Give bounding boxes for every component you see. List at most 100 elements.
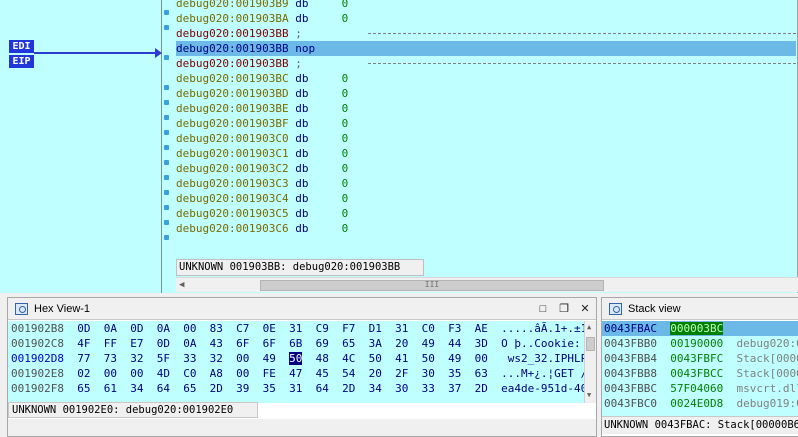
- code-address[interactable]: debug020:001903BB: [176, 57, 289, 70]
- code-address[interactable]: debug020:001903BB: [176, 42, 289, 55]
- hex-ascii[interactable]: .....âÃ.1+.±1+=«: [501, 322, 586, 335]
- code-line[interactable]: debug020:001903C1 db 0: [176, 146, 796, 161]
- hex-bytes[interactable]: 6B 69 65 3A 20 49 44 3D: [289, 337, 488, 350]
- hex-row[interactable]: 001902B8 0D 0A 0D 0A 00 83 C7 0E 31 C9 F…: [8, 321, 586, 336]
- code-address[interactable]: debug020:001903BE: [176, 102, 289, 115]
- code-address[interactable]: debug020:001903C5: [176, 207, 289, 220]
- stack-address[interactable]: 0043FBAC: [604, 322, 657, 335]
- hex-address[interactable]: 001902B8: [11, 322, 64, 335]
- stack-view-pane[interactable]: Stack view 0043FBAC 000003BC 0043FBB0 001…: [601, 297, 798, 437]
- code-line[interactable]: debug020:001903C2 db 0: [176, 161, 796, 176]
- hex-bytes[interactable]: 77 73 32 5F 33 32 00 49: [77, 352, 276, 365]
- hex-bytes[interactable]: 4F FF E7 0D 0A 43 6F 6F: [77, 337, 276, 350]
- close-icon[interactable]: ✕: [576, 298, 594, 320]
- register-badge-edi[interactable]: EDI: [9, 40, 34, 53]
- code-address[interactable]: debug020:001903BA: [176, 12, 289, 25]
- stack-address[interactable]: 0043FBB0: [604, 337, 657, 350]
- stack-address[interactable]: 0043FBB8: [604, 367, 657, 380]
- code-line[interactable]: debug020:001903BB nop: [176, 41, 796, 56]
- code-address[interactable]: debug020:001903C1: [176, 147, 289, 160]
- hex-address[interactable]: 001902E8: [11, 367, 64, 380]
- disassembly-horizontal-scrollbar[interactable]: ◀ III: [176, 277, 798, 292]
- hex-bytes[interactable]: 02 00 00 4D C0 A8 00 FE: [77, 367, 276, 380]
- stack-row[interactable]: 0043FBBC 57F04060 msvcrt.dll:57F04060: [602, 381, 798, 396]
- scroll-left-icon[interactable]: ◀: [179, 280, 184, 290]
- code-line[interactable]: debug020:001903C4 db 0: [176, 191, 796, 206]
- disassembly-view[interactable]: EDI EIP debug020:001903B9 db 0 debug020:0…: [0, 0, 798, 293]
- hex-vertical-scrollbar[interactable]: ▲ ▼: [584, 321, 596, 403]
- code-address[interactable]: debug020:001903C6: [176, 222, 289, 235]
- stack-list[interactable]: 0043FBAC 000003BC 0043FBB0 00190000 debug…: [602, 321, 798, 416]
- code-address[interactable]: debug020:001903C4: [176, 192, 289, 205]
- code-line[interactable]: debug020:001903C3 db 0: [176, 176, 796, 191]
- stack-view-titlebar[interactable]: Stack view: [602, 298, 798, 320]
- stack-row[interactable]: 0043FBB4 0043FBFC Stack[00000B6C]:0043FB…: [602, 351, 798, 366]
- scroll-thumb[interactable]: [586, 337, 595, 351]
- hex-bytes[interactable]: 48 4C 50 41 50 49 00: [316, 352, 488, 365]
- hex-view-titlebar[interactable]: Hex View-1 □ ❐ ✕: [8, 298, 596, 320]
- pane-window-icon: [609, 303, 622, 315]
- hex-bytes[interactable]: 0D 0A 0D 0A 00 83 C7 0E: [77, 322, 276, 335]
- hex-bytes[interactable]: 65 61 34 64 65 2D 39 35: [77, 382, 276, 395]
- code-line[interactable]: debug020:001903BA db 0: [176, 11, 796, 26]
- hex-ascii[interactable]: ws2_32.IPHLPAPI.: [508, 352, 586, 365]
- register-badge-eip[interactable]: EIP: [9, 55, 34, 68]
- code-address[interactable]: debug020:001903B9: [176, 0, 289, 10]
- hex-horizontal-scrollbar[interactable]: [8, 419, 596, 436]
- scroll-thumb[interactable]: III: [260, 280, 604, 291]
- hex-address[interactable]: 001902C8: [11, 337, 64, 350]
- hex-row[interactable]: 001902C8 4F FF E7 0D 0A 43 6F 6F 6B 69 6…: [8, 336, 586, 351]
- stack-address[interactable]: 0043FBBC: [604, 382, 657, 395]
- hex-ascii[interactable]: O þ..Cookie: ID=: [501, 337, 586, 350]
- code-line[interactable]: debug020:001903BD db 0: [176, 86, 796, 101]
- stack-address[interactable]: 0043FBC0: [604, 397, 657, 410]
- stack-row[interactable]: 0043FBB0 00190000 debug020:00190000: [602, 336, 798, 351]
- hex-cursor[interactable]: 50: [289, 352, 303, 365]
- code-address[interactable]: debug020:001903C3: [176, 177, 289, 190]
- restore-icon[interactable]: ❐: [555, 298, 573, 320]
- code-line[interactable]: debug020:001903C5 db 0: [176, 206, 796, 221]
- stack-value[interactable]: 00190000: [670, 337, 723, 350]
- hex-row[interactable]: 001902E8 02 00 00 4D C0 A8 00 FE 47 45 5…: [8, 366, 586, 381]
- code-address[interactable]: debug020:001903C0: [176, 132, 289, 145]
- code-line[interactable]: debug020:001903BC db 0: [176, 71, 796, 86]
- hex-view-pane[interactable]: Hex View-1 □ ❐ ✕ 001902B8 0D 0A 0D 0A 00…: [7, 297, 597, 437]
- hex-ascii[interactable]: ...M+¿.¦GET /05c: [501, 367, 586, 380]
- hex-row[interactable]: 001902F8 65 61 34 64 65 2D 39 35 31 64 2…: [8, 381, 586, 396]
- hex-ascii[interactable]: ea4de-951d-4037-: [501, 382, 586, 395]
- code-line[interactable]: debug020:001903BF db 0: [176, 116, 796, 131]
- minimize-icon[interactable]: □: [534, 298, 552, 320]
- hex-address[interactable]: 001902D8: [11, 352, 64, 365]
- code-line[interactable]: debug020:001903C0 db 0: [176, 131, 796, 146]
- code-operand: 0: [341, 147, 349, 160]
- stack-value[interactable]: 000003BC: [670, 322, 724, 335]
- code-address[interactable]: debug020:001903C2: [176, 162, 289, 175]
- code-address[interactable]: debug020:001903BB: [176, 27, 289, 40]
- hex-dump[interactable]: 001902B8 0D 0A 0D 0A 00 83 C7 0E 31 C9 F…: [8, 321, 586, 403]
- stack-value[interactable]: 0043FBFC: [670, 352, 723, 365]
- stack-address[interactable]: 0043FBB4: [604, 352, 657, 365]
- code-address[interactable]: debug020:001903BC: [176, 72, 289, 85]
- code-address[interactable]: debug020:001903BF: [176, 117, 289, 130]
- hex-bytes[interactable]: 31 64 2D 34 30 33 37 2D: [289, 382, 488, 395]
- hex-row[interactable]: 001902D8 77 73 32 5F 33 32 00 49 50 48 4…: [8, 351, 586, 366]
- stack-row[interactable]: 0043FBAC 000003BC: [602, 321, 798, 336]
- hex-address[interactable]: 001902F8: [11, 382, 64, 395]
- stack-row[interactable]: 0043FBC0 0024E0D8 debug019:0024E0D8: [602, 396, 798, 411]
- hex-bytes[interactable]: 47 45 54 20 2F 30 35 63: [289, 367, 488, 380]
- stack-value[interactable]: 0024E0D8: [670, 397, 723, 410]
- stack-row[interactable]: 0043FBB8 0043FBCC Stack[00000B6C]:0043FB…: [602, 366, 798, 381]
- code-line[interactable]: debug020:001903C6 db 0: [176, 221, 796, 236]
- code-line[interactable]: debug020:001903B9 db 0: [176, 0, 796, 11]
- scroll-up-icon[interactable]: ▲: [587, 323, 591, 331]
- stack-value[interactable]: 0043FBCC: [670, 367, 723, 380]
- code-line[interactable]: debug020:001903BE db 0: [176, 101, 796, 116]
- hex-bytes[interactable]: 31 C9 F7 D1 31 C0 F3 AE: [289, 322, 488, 335]
- code-line[interactable]: debug020:001903BB ;: [176, 56, 796, 71]
- code-line[interactable]: debug020:001903BB ;: [176, 26, 796, 41]
- stack-value[interactable]: 57F04060: [670, 382, 723, 395]
- code-address[interactable]: debug020:001903BD: [176, 87, 289, 100]
- code-listing[interactable]: debug020:001903B9 db 0 debug020:001903BA …: [176, 0, 796, 236]
- arrow-gutter: EDI EIP: [0, 0, 162, 293]
- scroll-down-icon[interactable]: ▼: [587, 391, 591, 399]
